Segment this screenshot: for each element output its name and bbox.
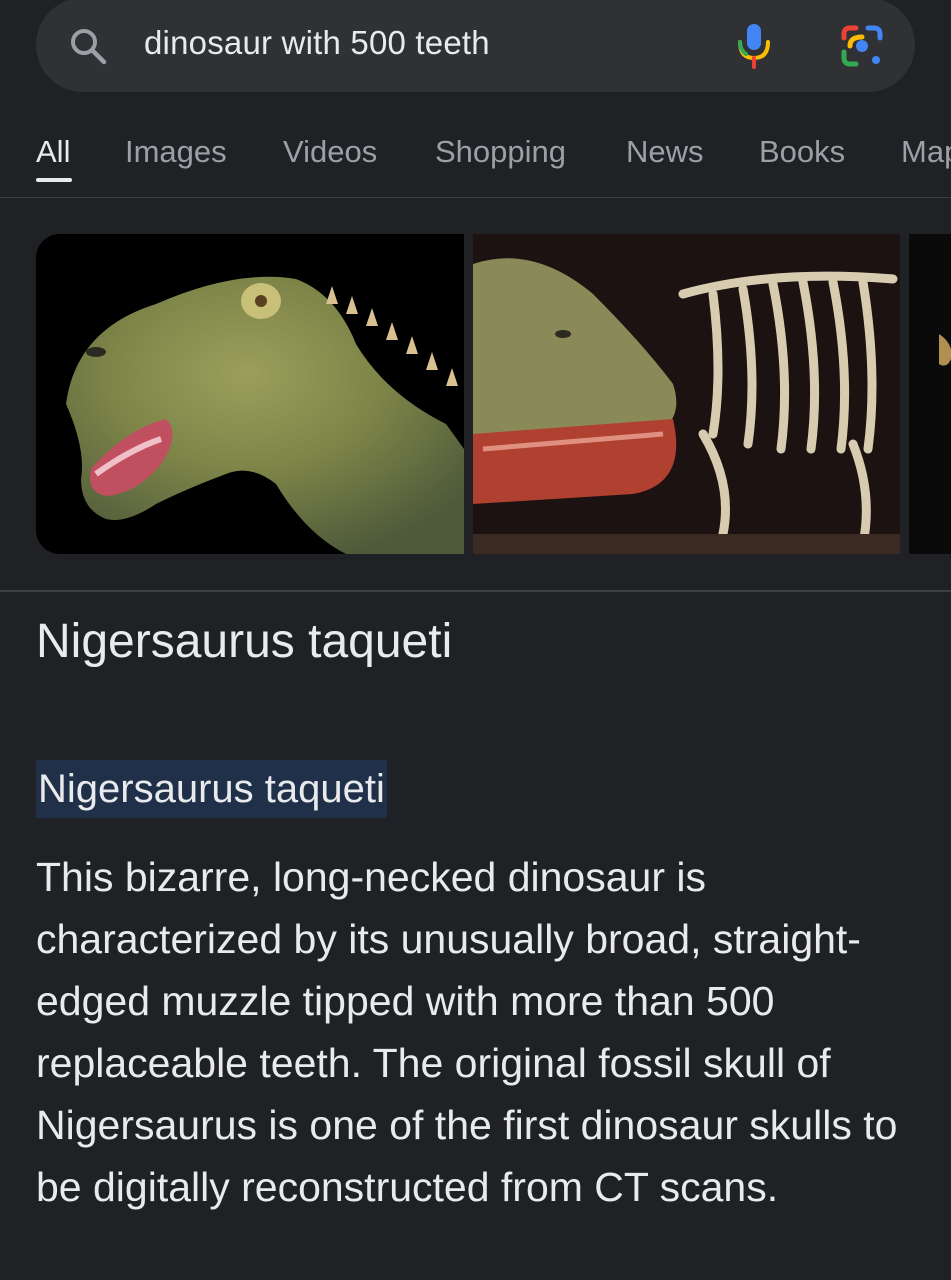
dinosaur-image-partial[interactable]	[909, 234, 951, 554]
tab-videos[interactable]: Videos	[283, 134, 377, 170]
section-divider	[0, 590, 951, 592]
tab-all[interactable]: All	[36, 134, 70, 170]
featured-snippet-highlight: Nigersaurus taqueti	[36, 760, 387, 818]
mic-icon[interactable]	[734, 20, 774, 70]
tab-maps[interactable]: Maps	[901, 134, 951, 170]
lens-icon[interactable]	[840, 24, 884, 68]
tab-books[interactable]: Books	[759, 134, 845, 170]
search-input[interactable]: dinosaur with 500 teeth	[144, 24, 490, 62]
search-tabs: All Images Videos Shopping News Books Ma…	[0, 130, 951, 198]
tab-images[interactable]: Images	[125, 134, 227, 170]
search-icon[interactable]	[68, 26, 108, 66]
featured-snippet-text: This bizarre, long-necked dinosaur is ch…	[36, 854, 898, 1210]
active-tab-indicator	[36, 178, 72, 182]
search-bar[interactable]: dinosaur with 500 teeth	[36, 0, 915, 92]
image-carousel[interactable]	[36, 234, 951, 554]
result-title[interactable]: Nigersaurus taqueti	[36, 614, 452, 669]
dinosaur-head-image[interactable]	[36, 234, 464, 554]
nigersaurus-skeleton-image[interactable]	[473, 234, 900, 554]
tab-shopping[interactable]: Shopping	[435, 134, 566, 170]
tab-news[interactable]: News	[626, 134, 704, 170]
